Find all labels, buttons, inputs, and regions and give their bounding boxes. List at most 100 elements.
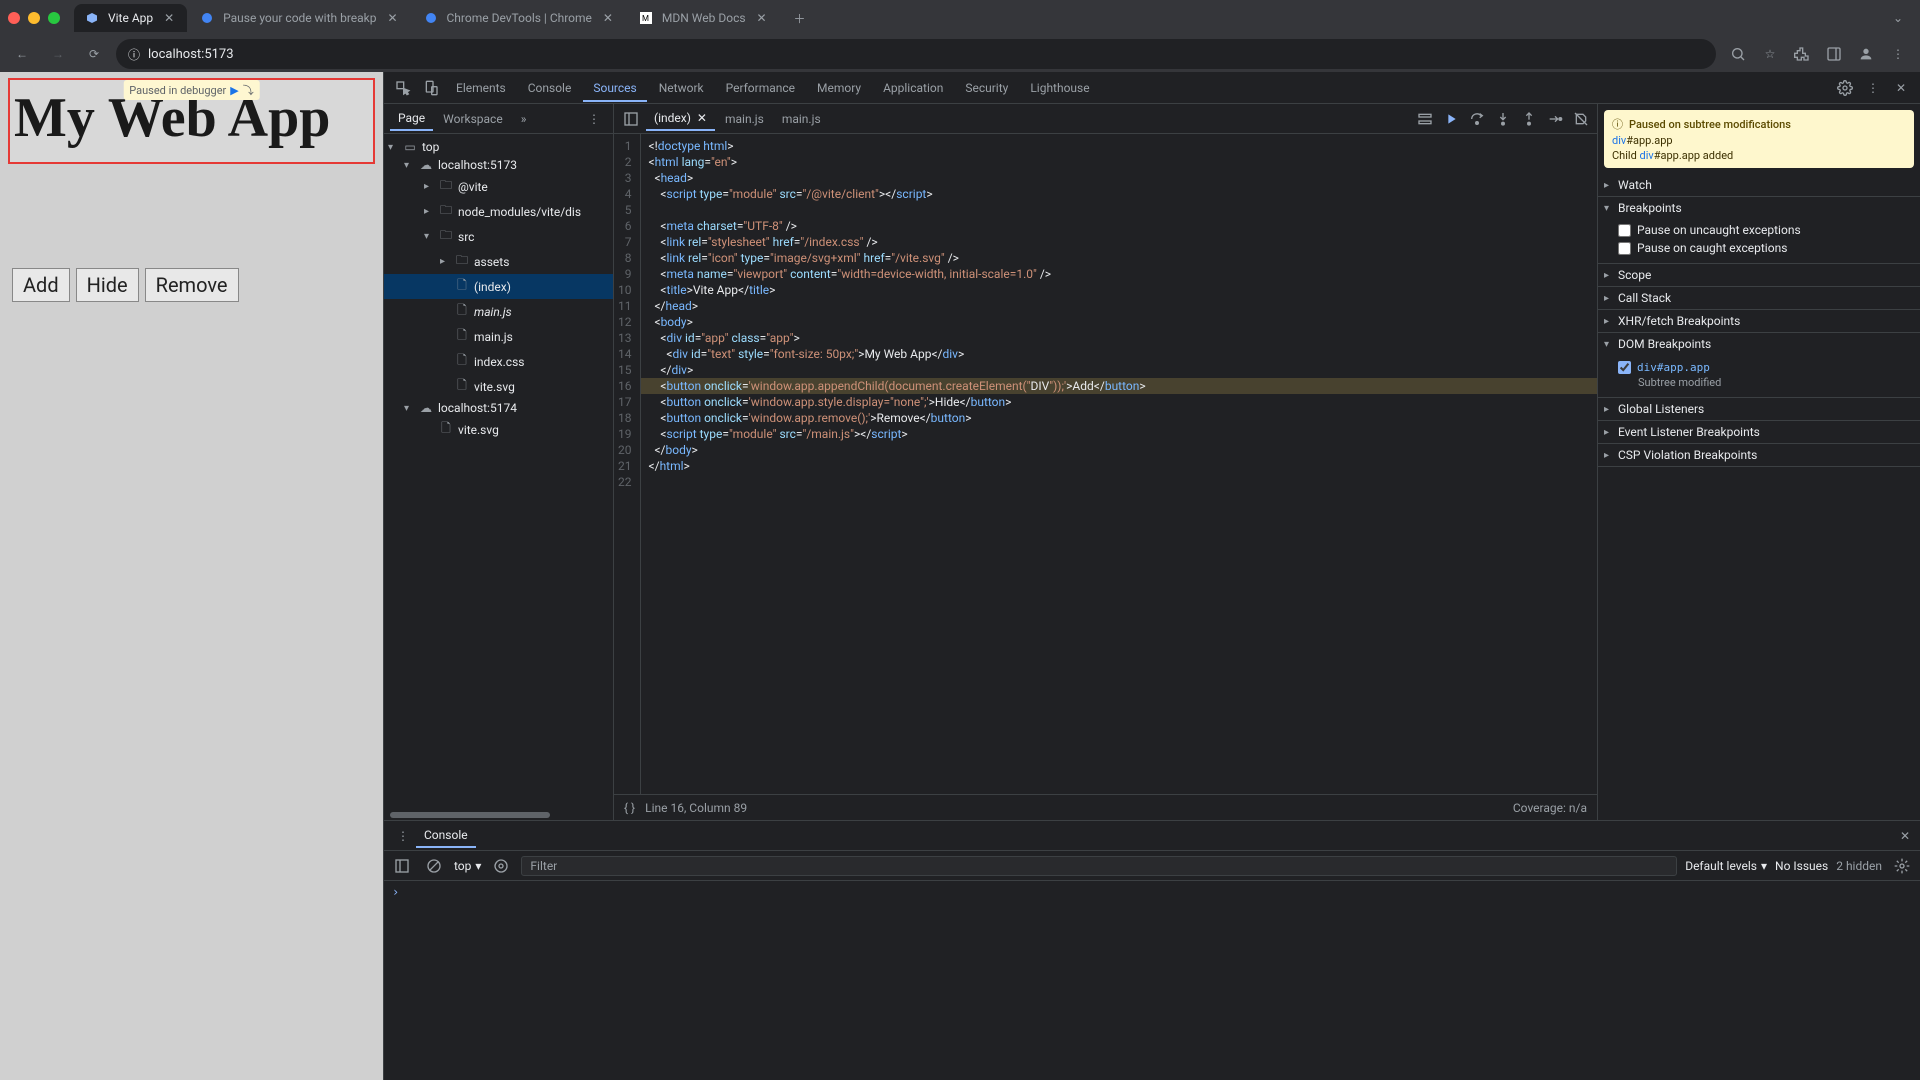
close-tab-icon[interactable]: ✕ — [600, 10, 616, 26]
tab-memory[interactable]: Memory — [807, 75, 871, 101]
drawer-menu-icon[interactable]: ⋮ — [390, 823, 416, 849]
console-filter-input[interactable] — [521, 856, 1677, 876]
toggle-navigator-icon[interactable] — [618, 106, 644, 132]
browser-tab-devtools[interactable]: Chrome DevTools | Chrome ✕ — [413, 4, 626, 32]
profile-icon[interactable] — [1852, 40, 1880, 68]
console-sidebar-toggle-icon[interactable] — [390, 854, 414, 878]
extensions-icon[interactable] — [1788, 40, 1816, 68]
step-into-button[interactable] — [1491, 107, 1515, 131]
add-button[interactable]: Add — [12, 268, 70, 302]
hide-button[interactable]: Hide — [76, 268, 139, 302]
step-over-button[interactable] — [1465, 107, 1489, 131]
tree-folder-src[interactable]: ▾🗀src — [384, 224, 613, 249]
step-out-button[interactable] — [1517, 107, 1541, 131]
tab-security[interactable]: Security — [955, 75, 1018, 101]
context-selector[interactable]: top▾ — [454, 859, 481, 873]
navigator-menu-icon[interactable]: ⋮ — [581, 106, 607, 132]
back-button[interactable]: ← — [8, 40, 36, 68]
forward-button[interactable]: → — [44, 40, 72, 68]
bookmark-icon[interactable]: ☆ — [1756, 40, 1784, 68]
close-tab-icon[interactable]: ✕ — [754, 10, 770, 26]
tab-lighthouse[interactable]: Lighthouse — [1020, 75, 1099, 101]
subtab-page[interactable]: Page — [390, 107, 433, 131]
dom-breakpoint-item[interactable]: div#app.app Subtree modified — [1618, 357, 1914, 391]
tab-network[interactable]: Network — [649, 75, 714, 101]
deactivate-breakpoints-button[interactable] — [1569, 107, 1593, 131]
close-tab-icon[interactable]: ✕ — [697, 111, 707, 125]
site-info-icon[interactable]: ⓘ — [128, 46, 140, 63]
inspect-icon[interactable] — [390, 75, 416, 101]
close-devtools-icon[interactable]: ✕ — [1888, 75, 1914, 101]
tree-file-vitesvg[interactable]: 🗋vite.svg — [384, 374, 613, 399]
log-levels-selector[interactable]: Default levels▾ — [1685, 859, 1767, 873]
search-icon[interactable] — [1724, 40, 1752, 68]
drawer-tab-console[interactable]: Console — [416, 824, 476, 848]
reload-button[interactable]: ⟳ — [80, 40, 108, 68]
line-gutter[interactable]: 12345678910111213141516171819202122 — [614, 134, 641, 794]
browser-tab-mdn[interactable]: M MDN Web Docs ✕ — [628, 4, 780, 32]
event-listener-bp-section[interactable]: ▸Event Listener Breakpoints — [1598, 421, 1920, 443]
subtab-workspace[interactable]: Workspace — [435, 108, 511, 130]
menu-icon[interactable]: ⋮ — [1884, 40, 1912, 68]
close-drawer-icon[interactable]: ✕ — [1896, 825, 1914, 847]
tree-folder-vite[interactable]: ▸🗀@vite — [384, 174, 613, 199]
minimize-window-button[interactable] — [28, 12, 40, 24]
hidden-messages[interactable]: 2 hidden — [1836, 859, 1882, 873]
issues-indicator[interactable]: No Issues — [1775, 859, 1828, 873]
settings-icon[interactable] — [1832, 75, 1858, 101]
maximize-window-button[interactable] — [48, 12, 60, 24]
resume-button[interactable] — [1439, 107, 1463, 131]
tree-host2[interactable]: ▾☁localhost:5174 — [384, 399, 613, 417]
subtab-more-icon[interactable]: » — [513, 108, 535, 130]
console-output[interactable]: › — [384, 881, 1920, 1080]
global-listeners-section[interactable]: ▸Global Listeners — [1598, 398, 1920, 420]
editor-tab-index[interactable]: (index)✕ — [646, 107, 715, 131]
tree-folder-assets[interactable]: ▸🗀assets — [384, 249, 613, 274]
tree-top[interactable]: ▾▭top — [384, 138, 613, 156]
tab-performance[interactable]: Performance — [716, 75, 805, 101]
device-toggle-icon[interactable] — [418, 75, 444, 101]
step-icon[interactable]: ⤵ — [243, 82, 254, 98]
close-window-button[interactable] — [8, 12, 20, 24]
tree-folder-node[interactable]: ▸🗀node_modules/vite/dis — [384, 199, 613, 224]
watch-section[interactable]: ▸Watch — [1598, 174, 1920, 196]
csp-violation-bp-section[interactable]: ▸CSP Violation Breakpoints — [1598, 444, 1920, 466]
browser-tab-pause[interactable]: Pause your code with breakp ✕ — [189, 4, 410, 32]
remove-button[interactable]: Remove — [145, 268, 239, 302]
tree-file-index[interactable]: 🗋(index) — [384, 274, 613, 299]
scope-section[interactable]: ▸Scope — [1598, 264, 1920, 286]
callstack-section[interactable]: ▸Call Stack — [1598, 287, 1920, 309]
pause-uncaught-checkbox[interactable]: Pause on uncaught exceptions — [1618, 221, 1914, 239]
code-content[interactable]: <!doctype html> <html lang="en"> <head> … — [641, 134, 1598, 794]
pretty-print-icon[interactable] — [1413, 107, 1437, 131]
pretty-print-toggle[interactable]: { } — [624, 801, 635, 815]
tab-console[interactable]: Console — [518, 75, 582, 101]
tree-file-mainjs2[interactable]: 🗋main.js — [384, 324, 613, 349]
tab-elements[interactable]: Elements — [446, 75, 516, 101]
clear-console-icon[interactable] — [422, 854, 446, 878]
tree-file-mainjs[interactable]: 🗋main.js — [384, 299, 613, 324]
xhr-breakpoints-section[interactable]: ▸XHR/fetch Breakpoints — [1598, 310, 1920, 332]
dom-breakpoints-section[interactable]: ▾DOM Breakpoints — [1598, 333, 1920, 355]
more-icon[interactable]: ⋮ — [1860, 75, 1886, 101]
tree-host[interactable]: ▾☁localhost:5173 — [384, 156, 613, 174]
tree-file-indexcss[interactable]: 🗋index.css — [384, 349, 613, 374]
breakpoints-section[interactable]: ▾Breakpoints — [1598, 197, 1920, 219]
tabs-dropdown-icon[interactable]: ⌄ — [1884, 4, 1912, 32]
resume-icon[interactable]: ▶ — [230, 84, 238, 97]
step-button[interactable] — [1543, 107, 1567, 131]
browser-tab-vite[interactable]: Vite App ✕ — [74, 4, 187, 32]
code-viewport[interactable]: 12345678910111213141516171819202122 <!do… — [614, 134, 1597, 794]
close-tab-icon[interactable]: ✕ — [385, 10, 401, 26]
editor-tab-mainjs2[interactable]: main.js — [774, 108, 829, 130]
horizontal-scrollbar[interactable] — [390, 812, 550, 818]
side-panel-icon[interactable] — [1820, 40, 1848, 68]
tree-file-vitesvg2[interactable]: 🗋vite.svg — [384, 417, 613, 442]
address-bar[interactable]: ⓘ localhost:5173 — [116, 39, 1716, 69]
editor-tab-mainjs[interactable]: main.js — [717, 108, 772, 130]
tab-sources[interactable]: Sources — [583, 75, 646, 101]
console-settings-icon[interactable] — [1890, 854, 1914, 878]
new-tab-button[interactable]: ＋ — [786, 4, 814, 32]
live-expression-icon[interactable] — [489, 854, 513, 878]
close-tab-icon[interactable]: ✕ — [161, 10, 177, 26]
